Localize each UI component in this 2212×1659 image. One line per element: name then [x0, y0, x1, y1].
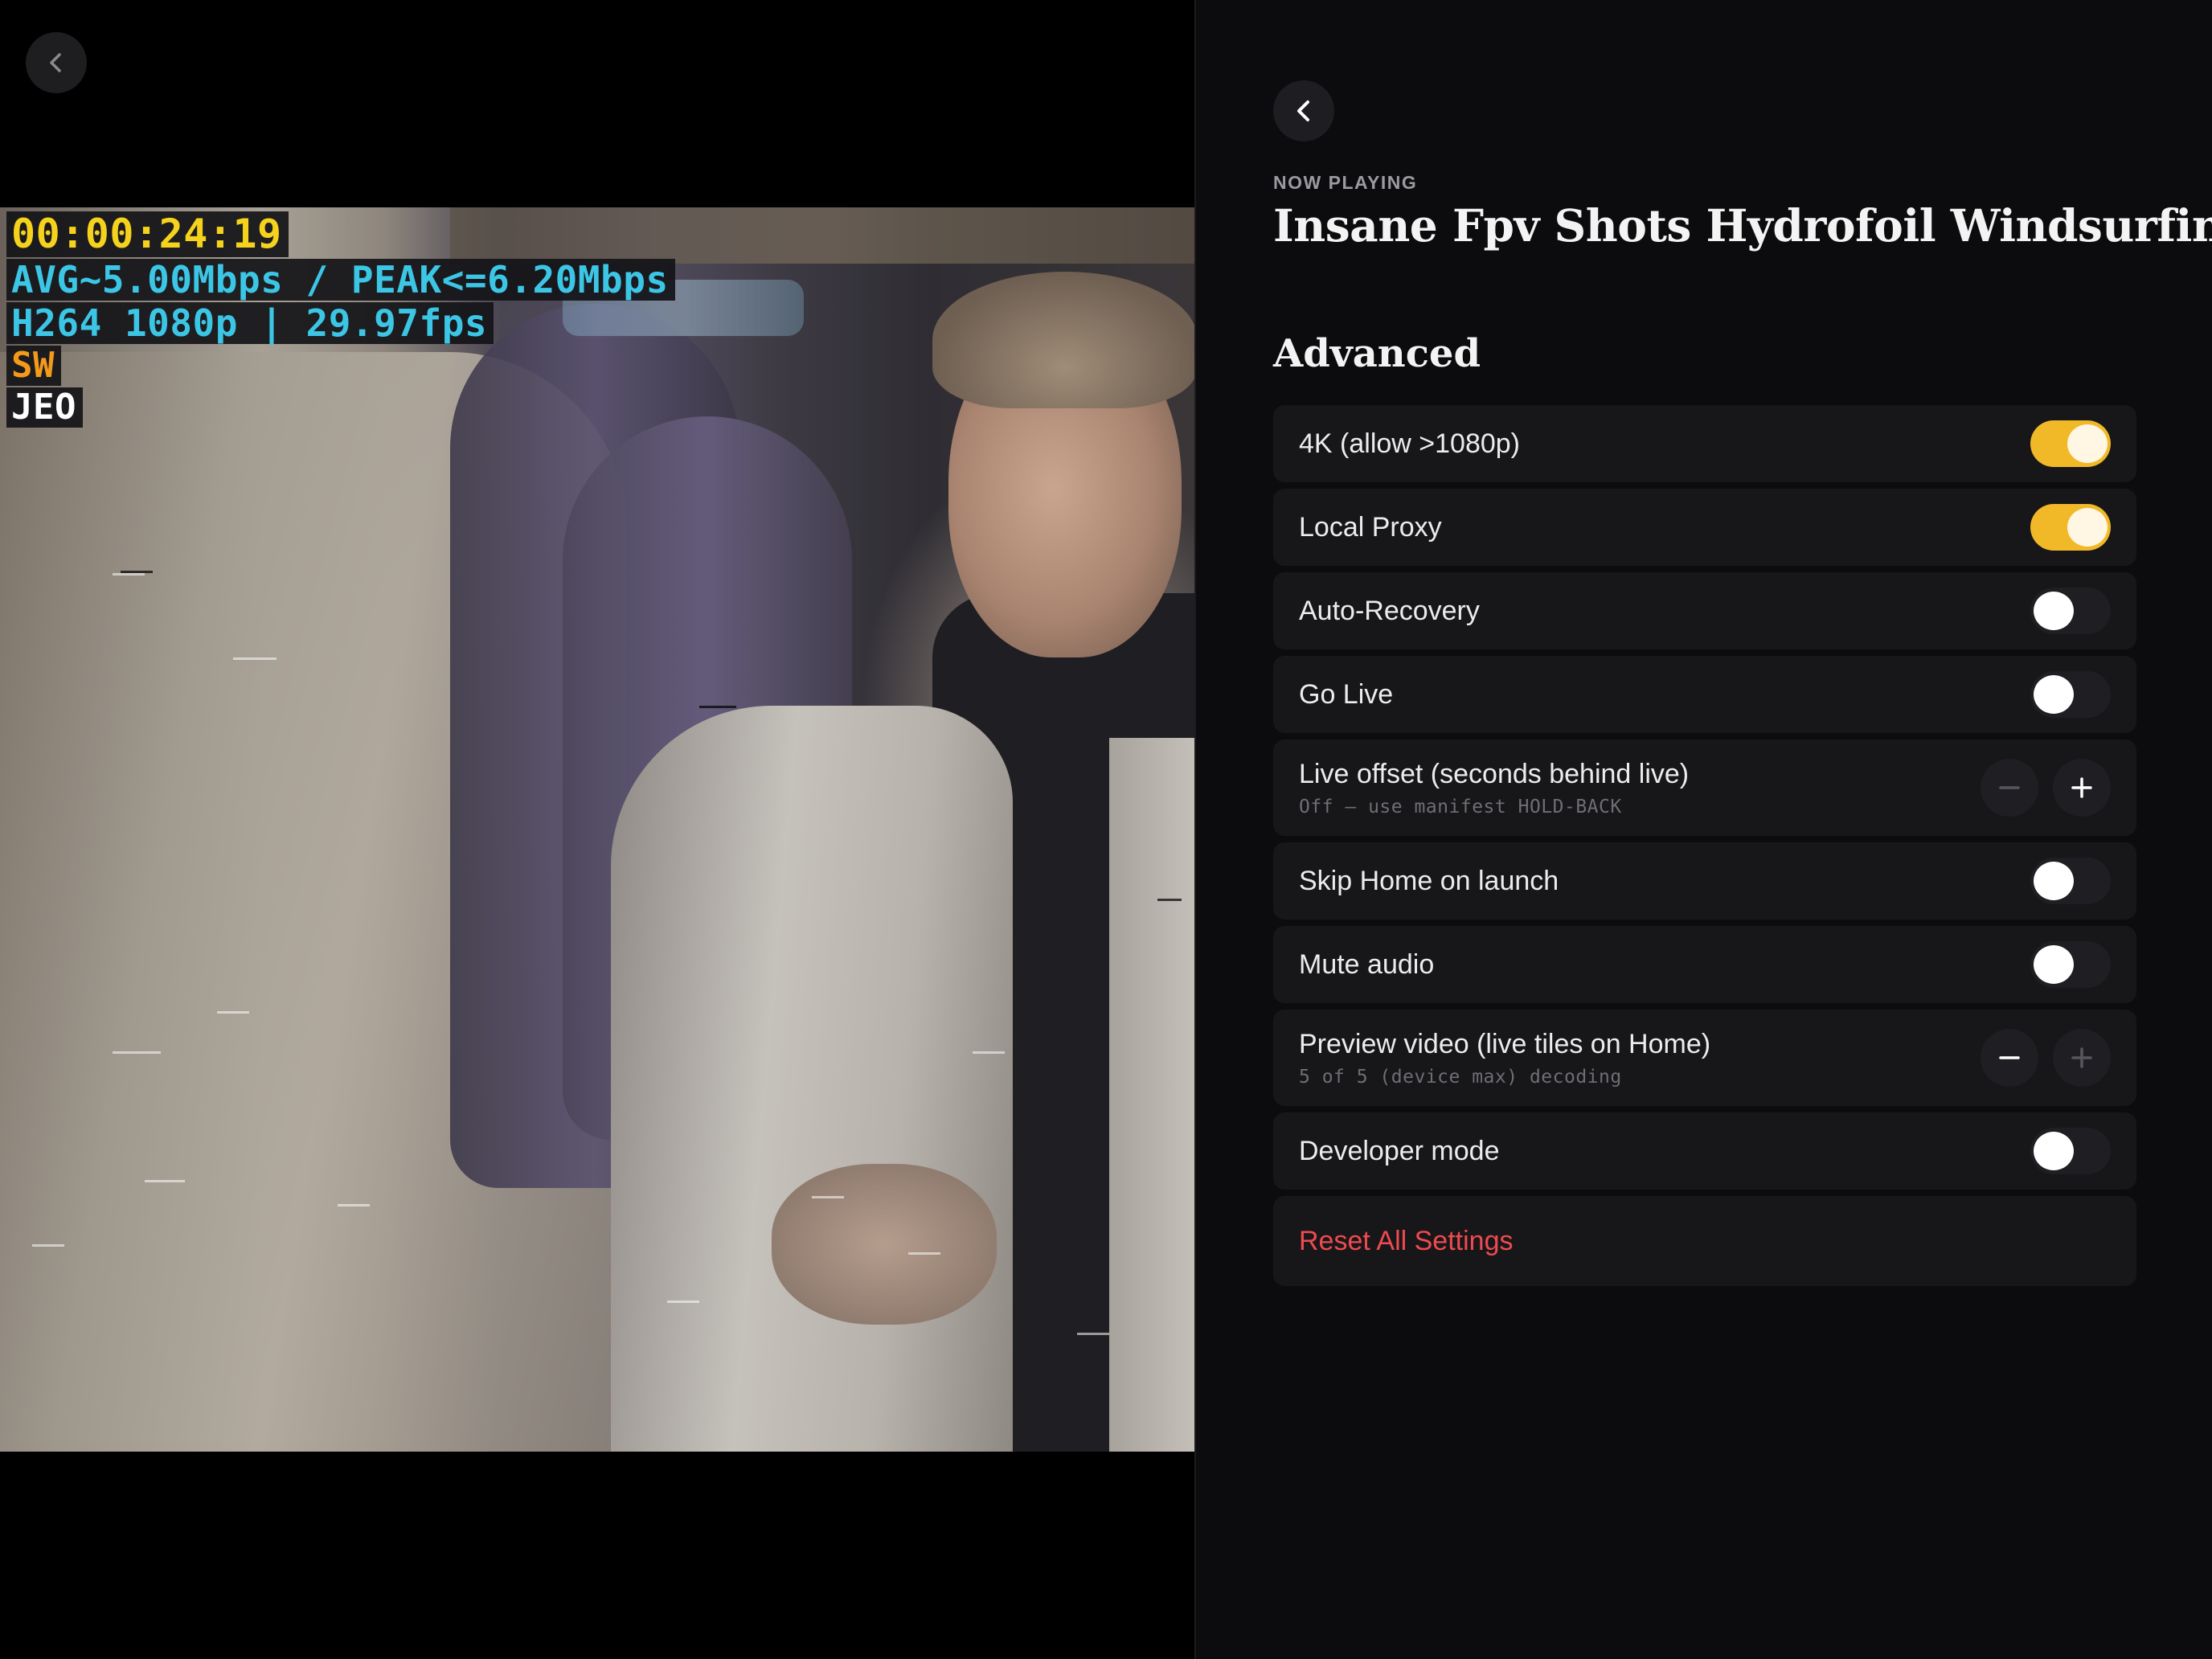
toggle-knob [2067, 508, 2108, 547]
setting-developer-mode[interactable]: Developer mode [1273, 1112, 2136, 1190]
setting-skip-home[interactable]: Skip Home on launch [1273, 842, 2136, 920]
toggle-knob [2034, 945, 2074, 984]
setting-label: Mute audio [1299, 948, 1435, 980]
live-offset-increment-button[interactable] [2053, 759, 2111, 817]
setting-go-live[interactable]: Go Live [1273, 656, 2136, 733]
setting-sublabel: 5 of 5 (device max) decoding [1299, 1066, 1622, 1088]
osd-bitrate: AVG~5.00Mbps / PEAK<=6.20Mbps [6, 258, 675, 301]
person-jacket [611, 706, 1013, 1452]
toggle-auto-recovery[interactable] [2030, 588, 2111, 634]
setting-label: Auto-Recovery [1299, 595, 1480, 626]
minus-icon [1999, 786, 2020, 789]
osd-decoder: SW [6, 346, 61, 387]
video-title: Insane Fpv Shots Hydrofoil Windsurfing [1273, 199, 2212, 252]
toggle-mute-audio[interactable] [2030, 941, 2111, 988]
osd-player: JEO [6, 387, 83, 428]
setting-live-offset: Live offset (seconds behind live) Off — … [1273, 739, 2136, 836]
app-root: 00:00:24:19 AVG~5.00Mbps / PEAK<=6.20Mbp… [0, 0, 2212, 1659]
setting-label: Skip Home on launch [1299, 865, 1559, 896]
live-offset-decrement-button[interactable] [1981, 759, 2038, 817]
setting-mute-audio[interactable]: Mute audio [1273, 926, 2136, 1003]
video-pane: 00:00:24:19 AVG~5.00Mbps / PEAK<=6.20Mbp… [0, 0, 1194, 1659]
setting-label: Local Proxy [1299, 511, 1442, 543]
setting-label: 4K (allow >1080p) [1299, 428, 1521, 459]
preview-video-stepper [1981, 1029, 2111, 1087]
toggle-local-proxy[interactable] [2030, 504, 2111, 551]
toggle-knob [2034, 1132, 2074, 1170]
toggle-skip-home[interactable] [2030, 858, 2111, 904]
setting-label: Live offset (seconds behind live) [1299, 758, 1690, 789]
plus-icon [2071, 777, 2092, 798]
setting-label: Go Live [1299, 678, 1394, 710]
setting-preview-video: Preview video (live tiles on Home) 5 of … [1273, 1010, 2136, 1106]
setting-sublabel: Off — use manifest HOLD-BACK [1299, 796, 1622, 817]
chevron-left-icon [1297, 100, 1309, 121]
settings-pane: NOW PLAYING Insane Fpv Shots Hydrofoil W… [1194, 0, 2212, 1659]
setting-label: Developer mode [1299, 1135, 1500, 1166]
toggle-knob [2034, 675, 2074, 714]
settings-back-button[interactable] [1273, 80, 1334, 141]
hand [772, 1164, 997, 1325]
reset-label: Reset All Settings [1299, 1225, 1514, 1256]
setting-4k[interactable]: 4K (allow >1080p) [1273, 405, 2136, 482]
toggle-knob [2034, 862, 2074, 900]
preview-video-increment-button[interactable] [2053, 1029, 2111, 1087]
now-playing-label: NOW PLAYING [1273, 172, 1418, 193]
person-hair [932, 272, 1194, 408]
preview-video-decrement-button[interactable] [1981, 1029, 2038, 1087]
toggle-developer-mode[interactable] [2030, 1128, 2111, 1174]
live-offset-stepper [1981, 759, 2111, 817]
person-jacket-right [1109, 738, 1194, 1452]
setting-auto-recovery[interactable]: Auto-Recovery [1273, 572, 2136, 649]
toggle-knob [2067, 424, 2108, 463]
section-heading-advanced: Advanced [1273, 331, 1481, 376]
setting-label: Preview video (live tiles on Home) [1299, 1028, 1711, 1059]
toggle-knob [2034, 592, 2074, 630]
toggle-4k[interactable] [2030, 420, 2111, 467]
minus-icon [1999, 1056, 2020, 1059]
toggle-go-live[interactable] [2030, 671, 2111, 718]
osd-timecode: 00:00:24:19 [6, 211, 289, 257]
chevron-left-icon [50, 53, 61, 72]
playback-stats-overlay: 00:00:24:19 AVG~5.00Mbps / PEAK<=6.20Mbp… [6, 211, 675, 429]
osd-codec: H264 1080p | 29.97fps [6, 301, 494, 345]
video-back-button[interactable] [26, 32, 87, 93]
reset-all-settings-button[interactable]: Reset All Settings [1273, 1196, 2136, 1286]
setting-local-proxy[interactable]: Local Proxy [1273, 489, 2136, 566]
plus-icon [2071, 1047, 2092, 1068]
